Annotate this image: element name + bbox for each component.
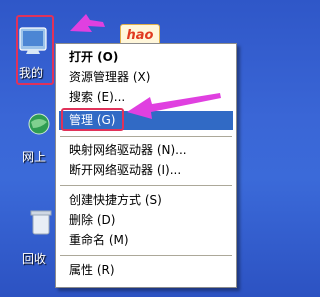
arrow-icon [70,14,105,32]
arrow-icon [127,93,221,119]
annotation-arrows [70,14,221,119]
